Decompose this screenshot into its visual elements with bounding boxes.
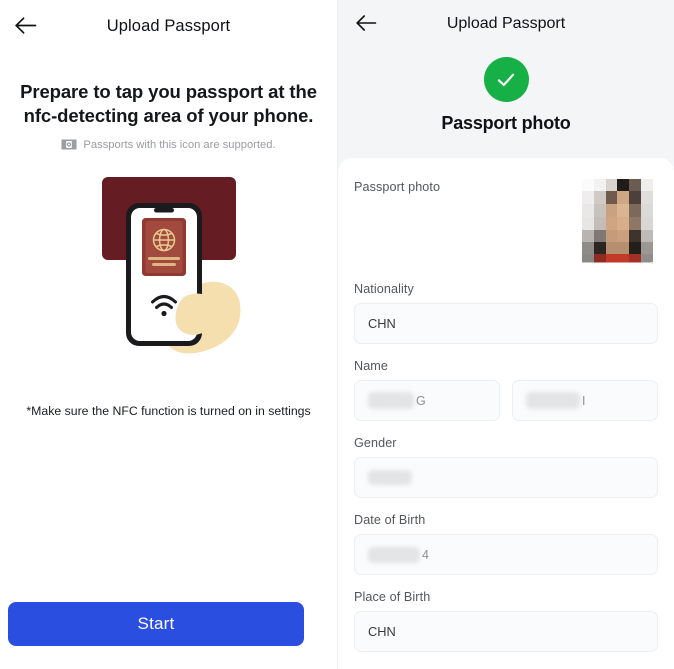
nfc-settings-note: *Make sure the NFC function is turned on… [26, 404, 311, 418]
supported-passport-note: Passports with this icon are supported. [0, 139, 337, 151]
nationality-input[interactable]: CHN [354, 303, 658, 344]
passport-photo-row: Passport photo [354, 175, 658, 271]
redacted-value-block [368, 470, 412, 485]
passport-result-screen: Upload Passport Passport photo Passport … [337, 0, 674, 669]
name-second-input[interactable]: I [512, 380, 658, 421]
date-of-birth-value: 4 [422, 547, 429, 562]
name-label: Name [354, 359, 388, 373]
arrow-left-icon [14, 16, 36, 34]
redacted-value-block [368, 546, 420, 563]
name-field-row: G I [354, 380, 658, 421]
gender-input[interactable] [354, 457, 658, 498]
arrow-left-icon [356, 15, 377, 31]
phone-notch-icon [153, 207, 174, 213]
nationality-group: Nationality CHN [354, 282, 658, 344]
place-of-birth-input[interactable]: CHN [354, 611, 658, 652]
status-label: Passport photo [441, 113, 571, 133]
redacted-value-block [526, 392, 580, 409]
date-of-birth-label: Date of Birth [354, 513, 426, 527]
status-block: Passport photo [338, 48, 674, 148]
redacted-value-block [368, 392, 414, 409]
nationality-label: Nationality [354, 282, 414, 296]
place-of-birth-value: CHN [368, 624, 396, 639]
date-of-birth-input[interactable]: 4 [354, 534, 658, 575]
right-nav-bar: Upload Passport [338, 0, 674, 48]
name-first-value: G [416, 393, 426, 408]
date-of-birth-group: Date of Birth 4 [354, 513, 658, 575]
left-nav-bar: Upload Passport [0, 0, 337, 52]
back-button[interactable] [8, 8, 42, 42]
back-button-right[interactable] [350, 7, 382, 39]
nationality-value: CHN [368, 316, 396, 331]
passport-details-card: Passport photo Nationality CHN Name G I … [338, 158, 674, 669]
check-circle-icon [497, 73, 515, 86]
status-badge [483, 57, 529, 102]
name-first-input[interactable]: G [354, 380, 500, 421]
page-title: Upload Passport [106, 16, 231, 35]
gender-group: Gender [354, 436, 658, 498]
instruction-heading: Prepare to tap you passport at the nfc-d… [20, 81, 317, 127]
nfc-instruction-screen: Upload Passport Prepare to tap you passp… [0, 0, 337, 669]
place-of-birth-group: Place of Birth CHN [354, 590, 658, 652]
nfc-illustration-svg [101, 176, 240, 354]
name-second-value: I [582, 393, 586, 408]
nfc-tap-illustration [0, 171, 337, 391]
name-group: Name G I [354, 359, 658, 421]
passport-photo-thumbnail[interactable] [576, 175, 658, 264]
e-passport-icon [61, 139, 77, 150]
pixelated-portrait-icon [576, 175, 658, 264]
passport-photo-label: Passport photo [354, 180, 441, 194]
place-of-birth-label: Place of Birth [354, 590, 431, 604]
gender-label: Gender [354, 436, 397, 450]
supported-passport-text: Passports with this icon are supported. [83, 138, 276, 151]
start-button[interactable]: Start [8, 602, 304, 646]
dual-screen-container: Upload Passport Prepare to tap you passp… [0, 0, 674, 669]
page-title-right: Upload Passport [446, 15, 566, 32]
